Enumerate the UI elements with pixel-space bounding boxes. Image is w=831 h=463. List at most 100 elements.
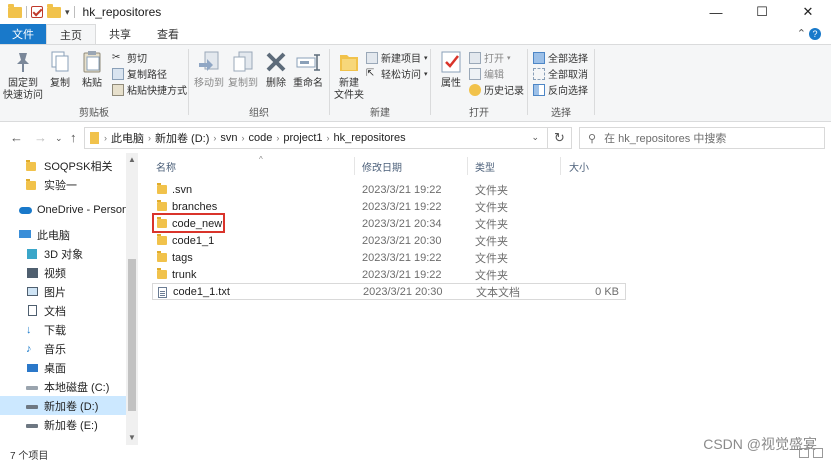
easy-access-dropdown[interactable]: ⇱ 轻松访问 ▾ xyxy=(366,66,428,82)
nav-item-music[interactable]: ♪ 音乐 xyxy=(0,339,126,358)
move-to-button[interactable]: 移动到 xyxy=(193,49,225,90)
chevron-right-icon[interactable]: › xyxy=(104,133,107,143)
chevron-right-icon[interactable]: › xyxy=(148,133,151,143)
pin-quick-access-button[interactable]: 固定到 快速访问 xyxy=(3,49,43,102)
recent-locations-chevron-icon[interactable]: ⌄ xyxy=(55,133,63,144)
nav-item-drive-e[interactable]: 新加卷 (E:) xyxy=(0,415,126,434)
scrollbar-thumb[interactable] xyxy=(128,259,136,411)
file-row[interactable]: .svn 2023/3/21 19:22 文件夹 xyxy=(152,181,626,198)
pin-icon xyxy=(10,49,36,75)
column-divider[interactable] xyxy=(560,157,561,175)
maximize-button[interactable]: ☐ xyxy=(739,0,785,24)
column-header-date[interactable]: 修改日期 xyxy=(362,156,402,176)
select-all-button[interactable]: 全部选择 xyxy=(533,50,588,65)
new-folder-quick-icon[interactable] xyxy=(47,3,61,18)
tab-share[interactable]: 共享 xyxy=(96,24,144,44)
breadcrumb-segment[interactable]: code xyxy=(249,132,273,144)
collapse-ribbon-icon[interactable]: ⌃ ? xyxy=(797,27,821,40)
tab-home[interactable]: 主页 xyxy=(46,24,96,44)
breadcrumb-segment[interactable]: 此电脑 xyxy=(111,130,144,146)
open-dropdown[interactable]: 打开 ▾ xyxy=(469,50,511,65)
edit-button[interactable]: 编辑 xyxy=(469,66,504,81)
help-icon[interactable]: ? xyxy=(809,28,821,40)
chevron-right-icon[interactable]: › xyxy=(276,133,279,143)
nav-item-desktop[interactable]: 桌面 xyxy=(0,358,126,377)
copy-path-button[interactable]: 复制路径 xyxy=(112,66,167,81)
tab-view[interactable]: 查看 xyxy=(144,24,192,44)
copy-button[interactable]: 复制 xyxy=(46,49,74,90)
cut-button[interactable]: ✂ 剪切 xyxy=(112,50,147,66)
address-history-dropdown[interactable]: ⌄ xyxy=(531,132,539,143)
nav-item-experiment1[interactable]: 实验一 xyxy=(0,175,126,194)
organize-group-label: 组织 xyxy=(249,108,269,119)
back-arrow-icon[interactable]: ← xyxy=(10,130,23,145)
address-bar[interactable]: › 此电脑 › 新加卷 (D:) › svn › code › project1… xyxy=(84,127,548,149)
file-row[interactable]: trunk 2023/3/21 19:22 文件夹 xyxy=(152,266,626,283)
nav-item-label: 新加卷 (D:) xyxy=(44,400,99,413)
rename-button[interactable]: 重命名 xyxy=(291,49,325,90)
nav-item-label: 3D 对象 xyxy=(44,248,84,261)
nav-pane-scrollbar[interactable]: ▲ ▼ xyxy=(126,153,138,445)
search-placeholder: 在 hk_repositores 中搜索 xyxy=(604,133,727,145)
properties-button[interactable]: 属性 xyxy=(437,49,465,90)
nav-item-documents[interactable]: 文档 xyxy=(0,301,126,320)
scroll-up-arrow-icon[interactable]: ▲ xyxy=(128,155,136,164)
invert-selection-button[interactable]: 反向选择 xyxy=(533,82,588,97)
nav-item-3d-objects[interactable]: 3D 对象 xyxy=(0,244,126,263)
breadcrumb-segment[interactable]: project1 xyxy=(283,132,322,144)
history-button[interactable]: 历史记录 xyxy=(469,82,524,97)
folder-icon xyxy=(8,3,22,18)
paste-button[interactable]: 粘贴 xyxy=(78,49,106,90)
forward-arrow-icon[interactable]: → xyxy=(34,130,47,145)
close-button[interactable]: ✕ xyxy=(785,0,831,24)
copy-to-button[interactable]: 复制到 xyxy=(227,49,259,90)
nav-item-videos[interactable]: 视频 xyxy=(0,263,126,282)
column-divider[interactable] xyxy=(467,157,468,175)
file-row[interactable]: code1_1.txt 2023/3/21 20:30 文本文档 0 KB xyxy=(152,283,626,300)
breadcrumb-segment[interactable]: 新加卷 (D:) xyxy=(155,130,209,146)
column-header-size[interactable]: 大小 xyxy=(569,156,589,176)
navigation-pane: SOQPSK相关 实验一 OneDrive - Personal 此电脑 3D … xyxy=(0,153,140,445)
large-icons-view-icon[interactable] xyxy=(813,448,823,458)
nav-item-onedrive[interactable]: OneDrive - Personal xyxy=(0,200,137,219)
nav-item-downloads[interactable]: ↓ 下载 xyxy=(0,320,126,339)
breadcrumb-segment[interactable]: svn xyxy=(220,132,237,144)
nav-item-pictures[interactable]: 图片 xyxy=(0,282,126,301)
refresh-icon: ↻ xyxy=(554,130,565,145)
folder-icon xyxy=(157,251,167,262)
file-row[interactable]: tags 2023/3/21 19:22 文件夹 xyxy=(152,249,626,266)
paste-shortcut-button[interactable]: 粘贴快捷方式 xyxy=(112,82,187,97)
chevron-right-icon[interactable]: › xyxy=(213,133,216,143)
scroll-down-arrow-icon[interactable]: ▼ xyxy=(128,433,136,442)
select-all-label: 全部选择 xyxy=(548,54,588,65)
nav-item-label: 视频 xyxy=(44,267,66,280)
chevron-right-icon[interactable]: › xyxy=(327,133,330,143)
select-none-button[interactable]: 全部取消 xyxy=(533,66,588,81)
breadcrumb-segment[interactable]: hk_repositores xyxy=(334,132,406,144)
file-date: 2023/3/21 19:22 xyxy=(362,200,442,213)
nav-item-drive-c[interactable]: 本地磁盘 (C:) xyxy=(0,377,126,396)
music-icon: ♪ xyxy=(26,342,32,355)
column-header-type[interactable]: 类型 xyxy=(475,156,495,176)
chevron-right-icon[interactable]: › xyxy=(242,133,245,143)
folder-icon xyxy=(157,268,167,279)
minimize-button[interactable]: — xyxy=(693,0,739,24)
new-folder-button[interactable]: 新建 文件夹 xyxy=(332,49,366,102)
select-group: 全部选择 全部取消 反向选择 选择 xyxy=(528,45,594,121)
properties-quick-icon[interactable] xyxy=(31,6,43,18)
up-arrow-icon[interactable]: ↑ xyxy=(70,130,77,145)
column-header-name[interactable]: 名称 ^ xyxy=(156,155,263,176)
nav-item-drive-d[interactable]: 新加卷 (D:) xyxy=(0,396,126,415)
customize-quick-access-dropdown[interactable]: ▾ xyxy=(65,7,70,18)
details-view-icon[interactable] xyxy=(799,448,809,458)
nav-item-this-pc[interactable]: 此电脑 xyxy=(0,225,126,244)
new-item-dropdown[interactable]: 新建项目 ▾ xyxy=(366,50,428,65)
refresh-button[interactable]: ↻ xyxy=(548,127,572,149)
column-divider[interactable] xyxy=(354,157,355,175)
file-row[interactable]: code1_1 2023/3/21 20:30 文件夹 xyxy=(152,232,626,249)
delete-button[interactable]: 删除 xyxy=(263,49,289,90)
new-group-label: 新建 xyxy=(370,108,390,119)
search-input[interactable]: ⚲ 在 hk_repositores 中搜索 xyxy=(579,127,825,149)
nav-item-soqpsk[interactable]: SOQPSK相关 xyxy=(0,156,126,175)
tab-file[interactable]: 文件 xyxy=(0,24,46,44)
